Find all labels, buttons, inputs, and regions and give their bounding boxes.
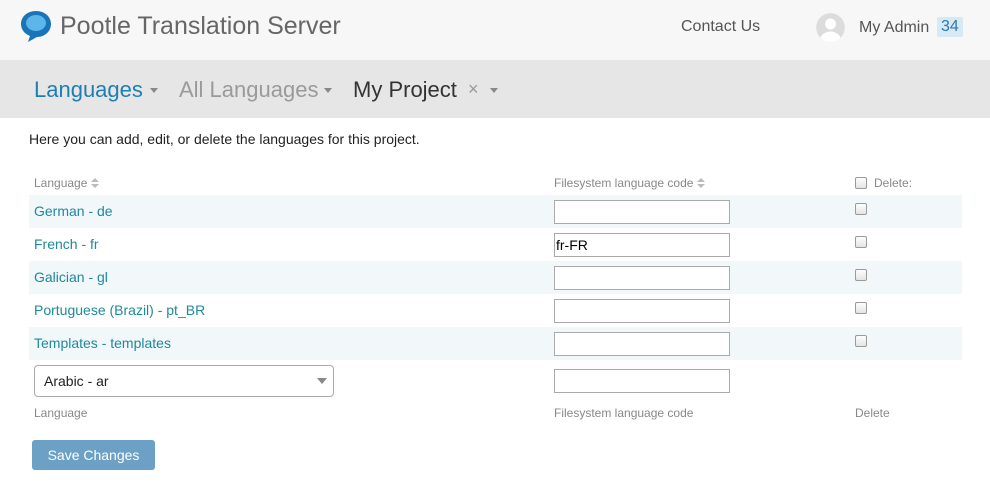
code-input[interactable] [554,266,730,290]
delete-checkbox[interactable] [855,269,867,281]
column-header-code[interactable]: Filesystem language code [554,176,706,190]
breadcrumb-languages[interactable]: Languages [34,77,143,103]
footer-delete-label: Delete [855,406,890,420]
new-language-select[interactable]: Arabic - ar [34,365,334,397]
site-title[interactable]: Pootle Translation Server [60,12,341,41]
table-row: French - fr [29,228,962,261]
table-row: Portuguese (Brazil) - pt_BR [29,294,962,327]
footer-language-label: Language [34,406,88,420]
contact-us-link[interactable]: Contact Us [681,18,760,36]
new-code-input[interactable] [554,369,730,393]
code-input[interactable] [554,200,730,224]
intro-text: Here you can add, edit, or delete the la… [29,131,420,147]
language-link[interactable]: German - de [34,203,113,219]
chevron-down-icon[interactable] [490,88,498,93]
breadcrumb-all-languages[interactable]: All Languages [179,77,318,103]
chevron-down-icon[interactable] [150,88,158,93]
footer-code-label: Filesystem language code [554,406,694,420]
sort-icon[interactable] [697,178,706,189]
user-score-badge: 34 [937,17,963,37]
column-header-delete: Delete: [874,176,913,190]
breadcrumb: Languages All Languages My Project × [0,60,990,118]
select-all-delete-checkbox[interactable] [855,177,867,189]
close-icon[interactable]: × [468,79,479,100]
speech-bubble-logo-icon[interactable] [19,9,53,43]
new-language-selected: Arabic - ar [44,373,109,389]
delete-checkbox[interactable] [855,335,867,347]
save-changes-button[interactable]: Save Changes [32,440,155,470]
user-avatar-icon[interactable] [816,13,845,42]
table-row: Templates - templates [29,327,962,360]
chevron-down-icon[interactable] [324,88,332,93]
sort-icon[interactable] [91,178,100,189]
code-input[interactable] [554,332,730,356]
column-header-language[interactable]: Language [34,176,100,190]
user-name[interactable]: My Admin [859,19,929,37]
delete-checkbox[interactable] [855,236,867,248]
language-link[interactable]: Portuguese (Brazil) - pt_BR [34,302,205,318]
top-bar: Pootle Translation Server Contact Us My … [0,0,990,60]
code-input[interactable] [554,299,730,323]
language-link[interactable]: Templates - templates [34,335,171,351]
delete-checkbox[interactable] [855,302,867,314]
language-link[interactable]: Galician - gl [34,269,108,285]
code-input[interactable] [554,233,730,257]
language-link[interactable]: French - fr [34,236,99,252]
table-row: German - de [29,195,962,228]
chevron-down-icon [317,378,327,384]
table-row: Galician - gl [29,261,962,294]
breadcrumb-project[interactable]: My Project [353,77,457,103]
delete-checkbox[interactable] [855,203,867,215]
